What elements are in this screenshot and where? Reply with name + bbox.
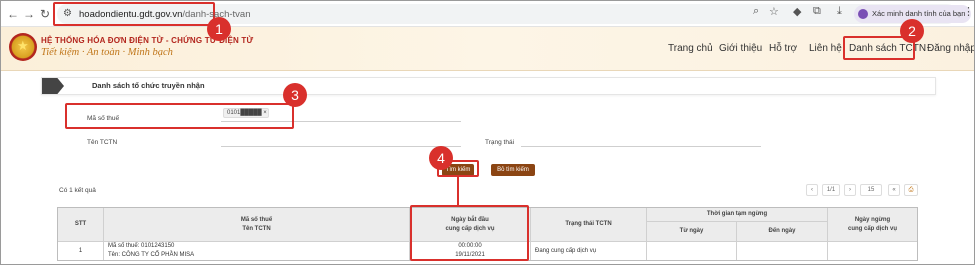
- site-info-icon[interactable]: ⚙: [63, 8, 72, 19]
- panel-title: Danh sách tổ chức truyền nhận: [92, 81, 205, 90]
- first-page-icon[interactable]: «: [888, 184, 900, 196]
- url-highlight: ⚙ hoadondientu.gdt.gov.vn/danh-sach-tvan: [53, 2, 250, 26]
- bookmark-star-icon[interactable]: ☆: [769, 5, 779, 18]
- col-pause-group: Thời gian tạm ngừng: [647, 208, 828, 222]
- table-row-mst[interactable]: Mã số thuế: 0101243150 Tên: CÔNG TY CỔ P…: [104, 242, 410, 260]
- row-stt: 1: [58, 242, 104, 260]
- menu-about[interactable]: Giới thiệu: [719, 43, 762, 54]
- page-size-select[interactable]: 15: [860, 184, 882, 196]
- result-count: Có 1 kết quả: [59, 187, 96, 194]
- col-status: Trạng thái TCTN: [531, 208, 647, 242]
- brand-slogan: Tiết kiệm · An toàn · Minh bạch: [41, 47, 173, 58]
- screenshot-frame: ← → ↻ ⚙ hoadondientu.gdt.gov.vn/danh-sac…: [0, 0, 975, 265]
- reload-icon[interactable]: ↻: [37, 6, 53, 22]
- annotation-badge-1: 1: [207, 17, 231, 41]
- menu-support[interactable]: Hỗ trợ: [769, 43, 797, 54]
- menu-contact[interactable]: Liên hệ: [809, 43, 842, 54]
- tctn-input[interactable]: [221, 146, 461, 147]
- menu-home[interactable]: Trang chủ: [668, 43, 713, 54]
- panel-tag-icon: [42, 78, 64, 94]
- site-header: HỆ THỐNG HÓA ĐƠN ĐIỆN TỬ - CHỨNG TỪ ĐIỆN…: [1, 27, 974, 71]
- puzzle-icon[interactable]: ⧉: [813, 5, 821, 18]
- browser-toolbar: ← → ↻ ⚙ hoadondientu.gdt.gov.vn/danh-sac…: [1, 1, 974, 27]
- status-select[interactable]: [521, 146, 761, 147]
- page-info: 1/1: [822, 184, 840, 196]
- more-menu-icon[interactable]: ⋮: [963, 5, 974, 18]
- annotation-connector: [457, 177, 459, 205]
- row-status: Đang cung cấp dịch vụ: [531, 242, 647, 260]
- col-stop: Ngày ngừng cung cấp dịch vụ: [828, 208, 917, 242]
- extension-icon[interactable]: ◆: [793, 5, 801, 18]
- col-from: Từ ngày: [647, 222, 737, 242]
- clear-search-button[interactable]: Bỏ tìm kiếm: [491, 164, 535, 176]
- back-icon[interactable]: ←: [5, 6, 21, 22]
- next-page-icon[interactable]: ›: [844, 184, 856, 196]
- download-icon[interactable]: ⤓: [837, 5, 842, 18]
- menu-login[interactable]: Đăng nhập: [927, 43, 974, 54]
- emblem-logo-icon[interactable]: [9, 33, 37, 61]
- profile-label: Xác minh danh tính của bạn: [872, 9, 966, 18]
- col-mst-ten: Mã số thuế Tên TCTN: [104, 208, 410, 242]
- col-stt: STT: [58, 208, 104, 242]
- panel-header: Danh sách tổ chức truyền nhận: [41, 77, 936, 95]
- prev-page-icon[interactable]: ‹: [806, 184, 818, 196]
- row-name: Tên: CÔNG TY CỔ PHẦN MISA: [108, 252, 195, 258]
- row-to: [737, 242, 828, 260]
- status-label: Trạng thái: [485, 139, 515, 146]
- annotation-badge-4: 4: [429, 146, 453, 170]
- mst-highlight: [65, 103, 294, 129]
- row-stop: [828, 242, 917, 260]
- row-mst: Mã số thuế: 0101243150: [108, 243, 175, 249]
- tctn-label: Tên TCTN: [87, 139, 118, 146]
- row-from: [647, 242, 737, 260]
- profile-avatar-icon: [858, 9, 868, 19]
- col-to: Đến ngày: [737, 222, 828, 242]
- annotation-badge-2: 2: [900, 19, 924, 43]
- start-date-highlight: [410, 205, 529, 261]
- annotation-badge-3: 3: [283, 83, 307, 107]
- forward-icon[interactable]: →: [21, 6, 37, 22]
- zoom-icon[interactable]: ⌕: [753, 5, 759, 18]
- print-icon[interactable]: ⎙: [904, 184, 918, 196]
